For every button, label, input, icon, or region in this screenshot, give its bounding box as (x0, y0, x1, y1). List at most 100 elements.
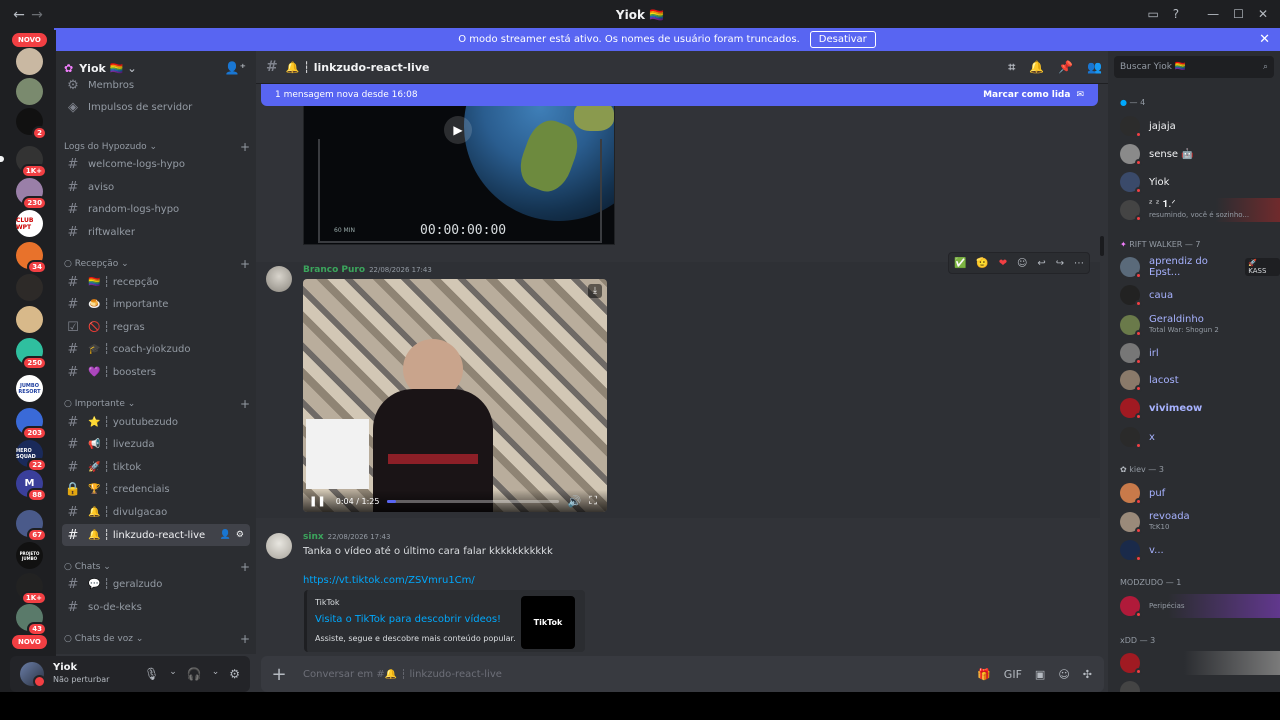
category-recepcao[interactable]: ○ Recepção ⌄ + (64, 257, 250, 271)
channel-item[interactable]: # 💜 ┆ boosters (62, 362, 250, 382)
inbox-icon[interactable]: ▭ (1147, 7, 1158, 21)
message-list[interactable]: ▶ 60 MIN 00:00:00:00 Branco Puro 22/08/20… (256, 84, 1108, 656)
server-icon[interactable]: JUMBO RESORT (16, 375, 43, 402)
reaction-heart-icon[interactable]: ❤ (999, 258, 1007, 269)
help-icon[interactable]: ? (1173, 7, 1179, 21)
server-icon[interactable]: 203 (16, 408, 47, 440)
chevron-down-icon[interactable]: ⌄ (212, 667, 220, 681)
message-author[interactable]: Branco Puro 22/08/2026 17:43 (303, 265, 432, 275)
minimize-icon[interactable]: — (1207, 7, 1219, 21)
message-link[interactable]: https://vt.tiktok.com/ZSVmru1Cm/ (303, 575, 475, 586)
invite-icon[interactable]: 👤 (220, 530, 231, 540)
forward-arrow-icon[interactable]: → (28, 7, 46, 23)
channel-item[interactable]: # 💬 ┆ geralzudo (62, 574, 250, 594)
server-icon[interactable] (16, 48, 43, 75)
search-input[interactable]: Buscar Yiok 🏳️‍🌈 (1120, 62, 1186, 72)
category-importante[interactable]: ○ Importante ⌄ + (64, 397, 250, 411)
channel-item[interactable]: 🔒 🏆 ┆ credenciais (62, 479, 250, 499)
volume-icon[interactable]: 🔊 (567, 495, 581, 508)
search-box[interactable]: Buscar Yiok 🏳️‍🌈 ⌕ (1114, 56, 1274, 78)
channel-item[interactable]: # 🚀 ┆ tiktok (62, 457, 250, 477)
close-banner-icon[interactable]: ✕ (1259, 32, 1270, 47)
channel-item[interactable]: # welcome-logs-hypo (62, 154, 250, 174)
member-item[interactable]: Peripécias (1120, 594, 1280, 618)
member-item[interactable]: Yiok (1120, 170, 1280, 194)
channel-item[interactable]: # 🎓 ┆ coach-yiokzudo (62, 339, 250, 359)
embed-title[interactable]: Visita o TikTok para descobrir vídeos! (315, 614, 501, 625)
member-item[interactable] (1120, 651, 1280, 675)
invite-people-icon[interactable]: 👤⁺ (225, 61, 246, 75)
maximize-icon[interactable]: ☐ (1233, 7, 1244, 21)
server-icon[interactable] (16, 78, 43, 105)
reaction-check-icon[interactable]: ✅ (954, 258, 966, 269)
channel-item[interactable]: # ⭐ ┆ youtubezudo (62, 412, 250, 432)
apps-icon[interactable]: ✣ (1083, 668, 1092, 681)
server-icon[interactable]: 67 (16, 510, 47, 542)
member-item[interactable]: irl (1120, 341, 1280, 365)
add-channel-icon[interactable]: + (240, 140, 250, 154)
member-item[interactable]: aprendiz do Epst... 🚀 KASS (1120, 255, 1280, 279)
headphones-icon[interactable]: 🎧 (187, 667, 202, 681)
server-icon[interactable] (16, 274, 43, 301)
pause-icon[interactable]: ❚❚ (309, 496, 326, 507)
category-logs[interactable]: Logs do Hypozudo ⌄ + (64, 140, 250, 154)
microphone-icon[interactable]: 🎙 (144, 667, 159, 681)
member-item[interactable]: Geraldinho Total War: Shogun 2 (1120, 313, 1280, 337)
channel-item[interactable]: # 🏳️‍🌈 ┆ recepção (62, 272, 250, 292)
reply-icon[interactable]: ↩ (1037, 258, 1045, 269)
channel-item[interactable]: # random-logs-hypo (62, 199, 250, 219)
server-icon[interactable]: 43 (16, 604, 47, 636)
gift-icon[interactable]: 🎁 (977, 668, 991, 681)
server-icon[interactable]: 1K+ (16, 573, 47, 605)
member-item[interactable]: puf (1120, 481, 1280, 505)
member-item[interactable]: revoada TcK10 (1120, 510, 1280, 534)
download-icon[interactable]: ⤓ (588, 284, 602, 298)
forward-icon[interactable]: ↪ (1056, 258, 1064, 269)
avatar[interactable] (266, 533, 292, 559)
channel-item[interactable]: # 🍮 ┆ importante (62, 294, 250, 314)
channel-item-active[interactable]: # 🔔 ┆ linkzudo-react-live 👤 ⚙ (62, 524, 250, 546)
server-icon[interactable]: 250 (16, 338, 47, 370)
server-icon[interactable] (16, 306, 43, 333)
avatar[interactable] (20, 662, 46, 688)
add-reaction-icon[interactable]: ☺ (1017, 258, 1027, 269)
member-item[interactable]: v... (1120, 538, 1280, 562)
add-channel-icon[interactable]: + (240, 632, 250, 646)
reaction-face-icon[interactable]: 🫡 (976, 258, 988, 269)
server-icon[interactable]: CLUB WPT (16, 210, 43, 237)
user-settings-icon[interactable]: ⚙ (229, 667, 240, 681)
member-item[interactable]: lacost (1120, 368, 1280, 392)
member-list-icon[interactable]: 👥 (1087, 60, 1102, 75)
category-voice[interactable]: ○ Chats de voz ⌄ + (64, 632, 250, 646)
more-options-icon[interactable]: ⋯ (1074, 258, 1084, 269)
channel-item[interactable]: # 🔔 ┆ divulgacao (62, 502, 250, 522)
threads-icon[interactable]: ⌗ (1008, 60, 1015, 75)
server-icon[interactable]: 34 (16, 242, 47, 274)
member-item[interactable]: sense 🤖 (1120, 142, 1280, 166)
add-channel-icon[interactable]: + (240, 560, 250, 574)
channel-item[interactable]: # riftwalker (62, 222, 250, 242)
emoji-icon[interactable]: ☺ (1058, 668, 1069, 681)
fullscreen-icon[interactable]: ⛶ (589, 494, 597, 508)
add-channel-icon[interactable]: + (240, 257, 250, 271)
gif-icon[interactable]: GIF (1004, 668, 1022, 681)
channel-item[interactable]: ☑ 🚫 ┆ regras (62, 317, 250, 337)
member-item[interactable]: caua (1120, 283, 1280, 307)
avatar[interactable] (266, 266, 292, 292)
video-attachment[interactable]: ▶ 60 MIN 00:00:00:00 (303, 100, 615, 245)
server-icon[interactable]: 2 (16, 108, 47, 140)
member-item[interactable]: ᶻ ᶻ 𝟏.ᐟ resumindo, você é sozinho... (1120, 198, 1280, 222)
channel-item[interactable]: # so-de-keks (62, 597, 250, 617)
message-input[interactable] (303, 668, 863, 680)
server-icon[interactable]: M 88 (16, 470, 47, 502)
new-messages-bar[interactable]: 1 mensagem nova desde 16:08 Marcar como … (261, 84, 1098, 106)
add-attachment-icon[interactable]: + (261, 664, 297, 685)
server-icon[interactable]: 230 (16, 178, 47, 210)
add-channel-icon[interactable]: + (240, 397, 250, 411)
mark-as-read-button[interactable]: Marcar como lida (983, 90, 1070, 100)
server-icon[interactable]: HERO SQUAD 22 (16, 440, 47, 472)
member-item[interactable]: vivimeow (1120, 396, 1280, 420)
channel-item[interactable]: # aviso (62, 177, 250, 197)
member-item[interactable]: jajaja (1120, 114, 1280, 138)
sticker-icon[interactable]: ▣ (1035, 668, 1045, 681)
